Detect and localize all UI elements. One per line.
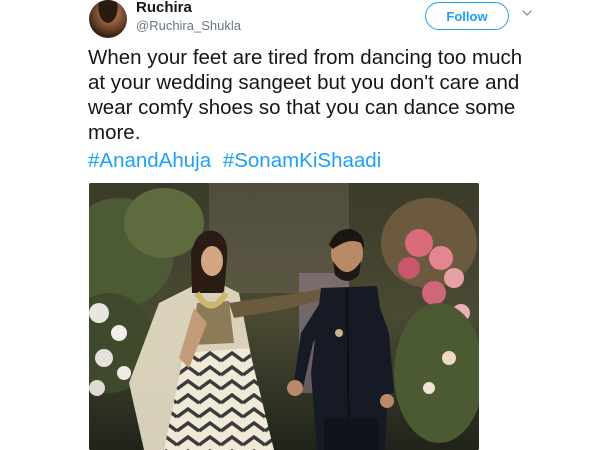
user-handle[interactable]: @Ruchira_Shukla (136, 18, 241, 34)
hashtag-list: #AnandAhuja #SonamKiShaadi (88, 148, 538, 173)
tweet-photo[interactable] (89, 183, 479, 450)
follow-button[interactable]: Follow (425, 2, 509, 30)
tweet-card: Ruchira @Ruchira_Shukla Follow When your… (0, 0, 600, 450)
hashtag-link[interactable]: #AnandAhuja (88, 149, 211, 172)
author-info[interactable]: Ruchira @Ruchira_Shukla (136, 0, 241, 34)
chevron-down-icon[interactable] (522, 8, 532, 18)
tweet-text: When your feet are tired from dancing to… (88, 46, 523, 144)
hashtag-link[interactable]: #SonamKiShaadi (223, 149, 381, 172)
display-name[interactable]: Ruchira (136, 0, 241, 16)
avatar[interactable] (89, 0, 127, 38)
photo-illustration (89, 183, 479, 450)
avatar-hair (89, 0, 127, 38)
